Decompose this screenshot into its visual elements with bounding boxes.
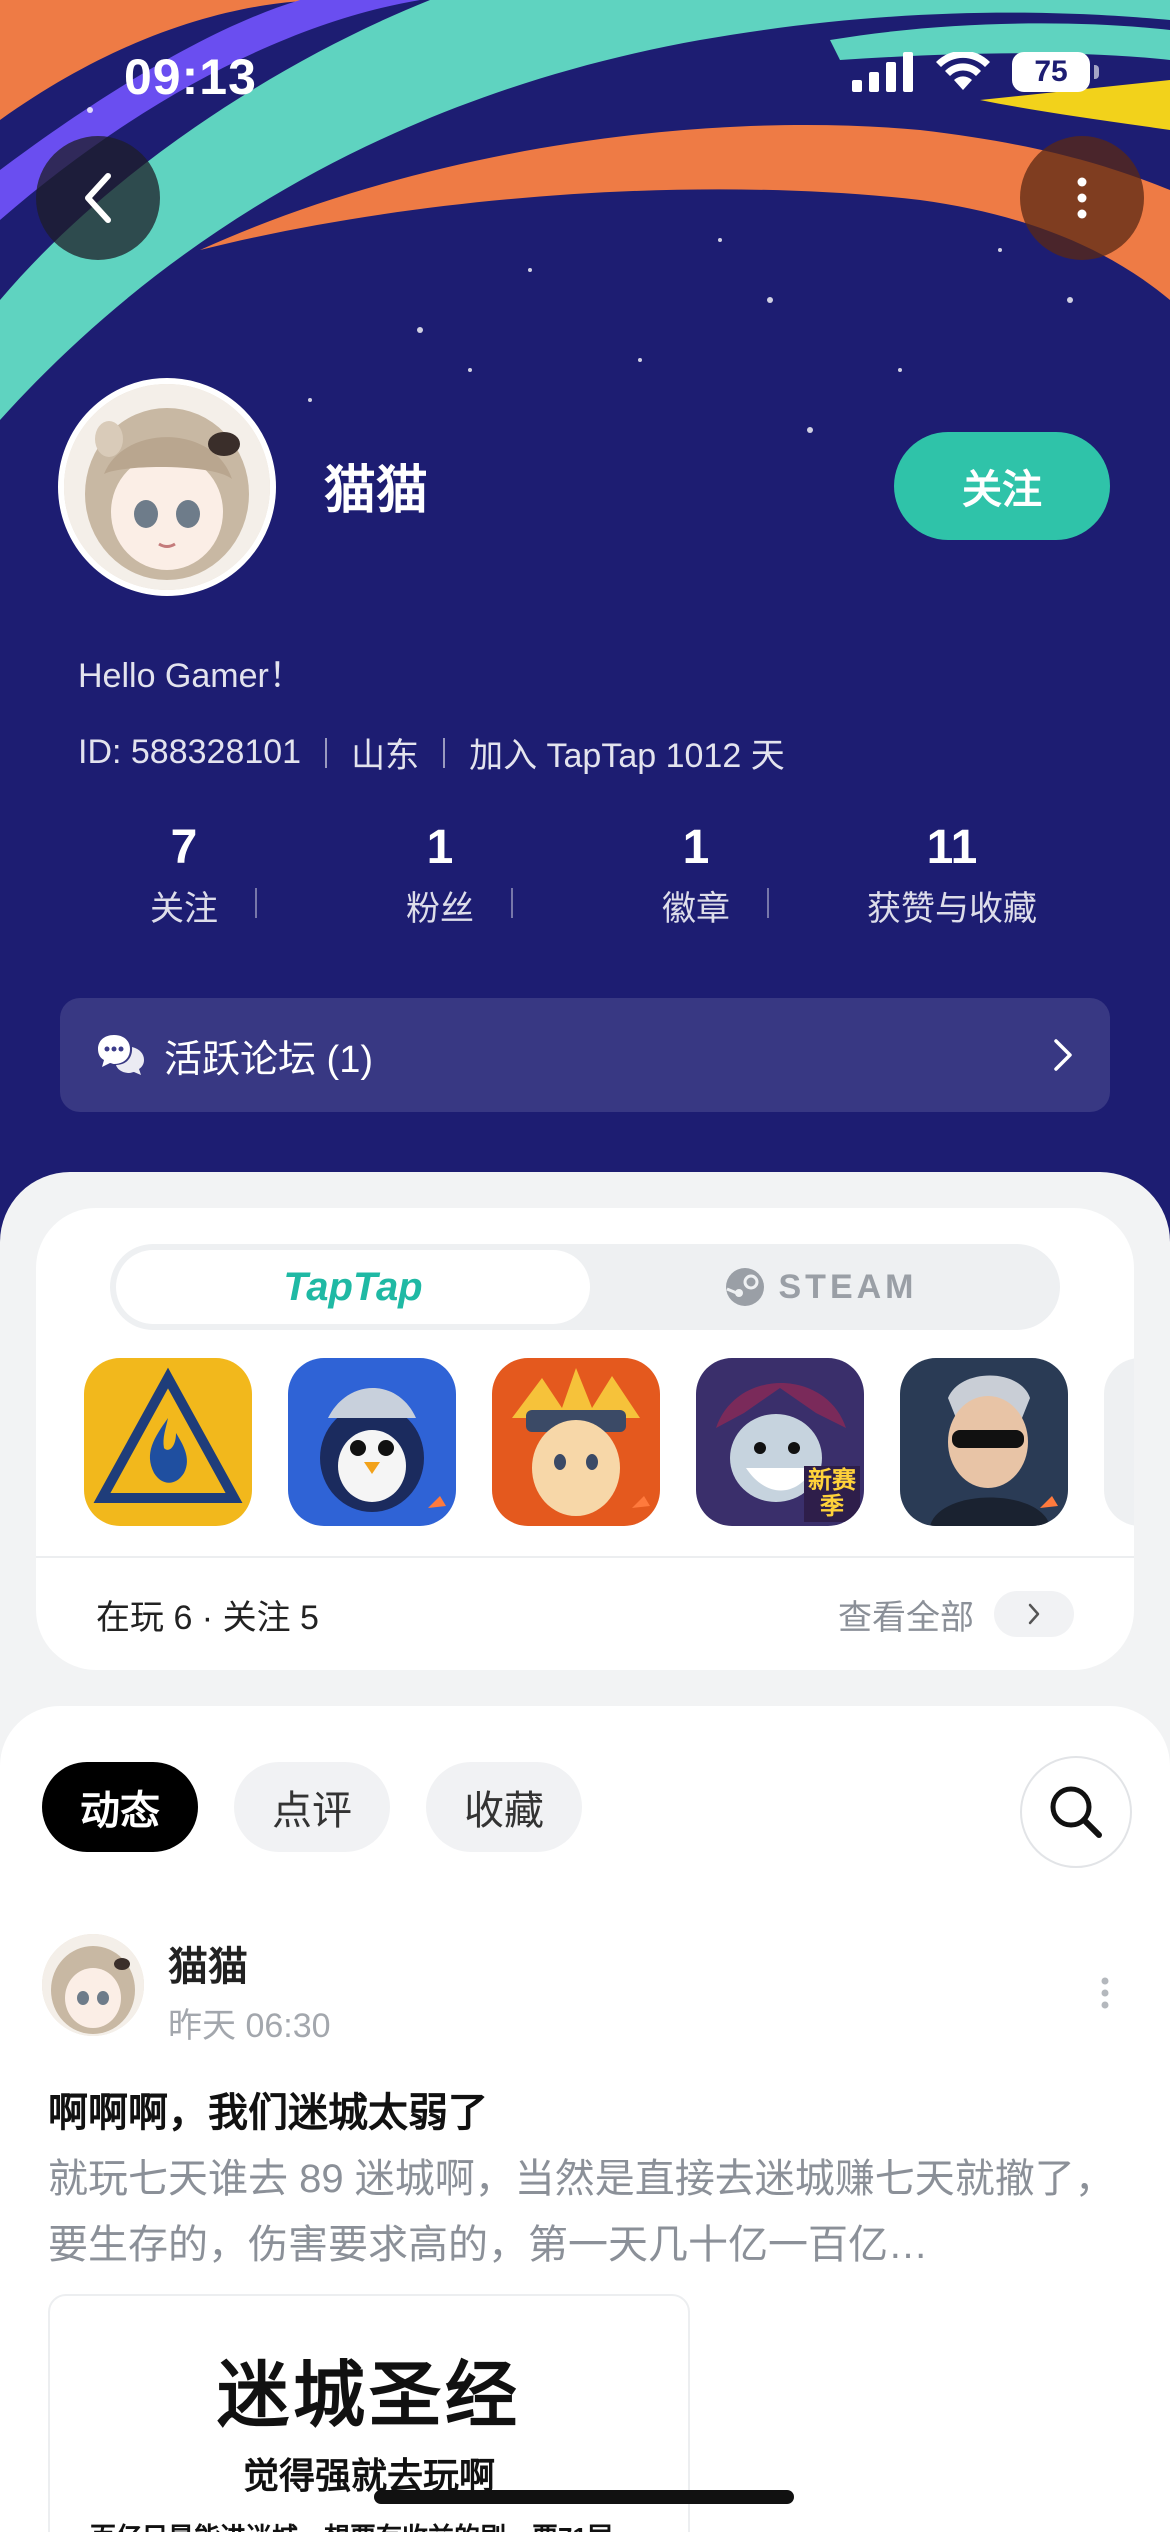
user-location: 山东 <box>351 737 420 775</box>
stat-likes[interactable]: 11 获赞与收藏 <box>824 820 1080 930</box>
stat-badges[interactable]: 1 徽章 <box>568 820 824 930</box>
stat-value: 7 <box>170 821 198 874</box>
stat-value: 1 <box>682 821 710 874</box>
profile-meta: ID: 588328101 山东 加入 TapTap 1012 天 <box>78 728 785 777</box>
feed-tabs: 动态 点评 收藏 <box>42 1762 582 1852</box>
stat-label: 关注 <box>150 890 218 928</box>
post-author[interactable]: 猫猫 <box>168 1934 248 1992</box>
post-title[interactable]: 啊啊啊，我们迷城太弱了 <box>48 2080 488 2138</box>
game-art <box>900 1358 1068 1526</box>
stat-divider <box>767 888 769 918</box>
chevron-left-icon <box>85 173 111 223</box>
profile-bio: Hello Gamer！ <box>78 657 303 695</box>
avatar-image <box>64 384 270 590</box>
signal-icon <box>852 52 913 92</box>
platform-toggle: TapTap STEAM <box>110 1244 1060 1330</box>
steam-logo-icon <box>725 1268 764 1306</box>
wifi-icon <box>936 52 990 90</box>
chevron-right-icon <box>1054 1039 1072 1071</box>
stat-value: 11 <box>926 821 978 874</box>
post-time: 昨天 06:30 <box>168 2007 331 2045</box>
game-art <box>84 1358 252 1526</box>
avatar-image <box>42 1934 144 2036</box>
game-art <box>492 1358 660 1526</box>
stat-label: 获赞与收藏 <box>867 890 1037 928</box>
tab-reviews[interactable]: 点评 <box>234 1762 390 1852</box>
game-art <box>288 1358 456 1526</box>
search-button[interactable] <box>1020 1756 1132 1868</box>
status-time: 09:13 <box>124 49 257 105</box>
stat-divider <box>255 888 257 918</box>
steam-label: STEAM <box>778 1267 918 1306</box>
stat-label: 徽章 <box>662 890 730 928</box>
view-all-link[interactable]: 查看全部 <box>838 1590 974 1639</box>
image-caption: 百亿只是能进迷城，想要有收益的刷，要71层 <box>50 2517 688 2532</box>
stat-divider <box>511 888 513 918</box>
meta-divider <box>443 737 446 768</box>
stat-followers[interactable]: 1 粉丝 <box>312 820 568 930</box>
meta-divider <box>325 737 328 768</box>
stat-following[interactable]: 7 关注 <box>56 820 312 930</box>
view-all-button[interactable] <box>994 1591 1074 1637</box>
chevron-right-icon <box>1028 1603 1040 1625</box>
games-footer: 在玩 6 · 关注 5 查看全部 <box>36 1556 1134 1670</box>
stat-label: 粉丝 <box>406 890 474 928</box>
profile-avatar[interactable] <box>58 378 276 596</box>
follow-button[interactable]: 关注 <box>894 432 1110 540</box>
forum-label: 活跃论坛 (1) <box>164 1038 374 1081</box>
home-indicator <box>374 2490 794 2504</box>
game-icon-row: 新赛季 <box>84 1358 1134 1526</box>
new-season-badge: 新赛季 <box>808 1467 856 1520</box>
post-body[interactable]: 就玩七天谁去 89 迷城啊，当然是直接去迷城赚七天就撤了，要生存的，伤害要求高的… <box>48 2146 1128 2278</box>
active-forum-bar[interactable]: 活跃论坛 (1) <box>60 998 1110 1112</box>
more-vertical-icon <box>1101 1977 1109 2009</box>
post-avatar[interactable] <box>42 1934 144 2036</box>
tab-taptap[interactable]: TapTap <box>116 1250 590 1324</box>
chat-bubble-icon <box>98 1035 144 1075</box>
games-summary: 在玩 6 · 关注 5 <box>96 1598 319 1637</box>
image-headline: 迷城圣经 <box>216 2356 521 2436</box>
status-icons: 75 <box>852 52 1099 92</box>
tab-favorites[interactable]: 收藏 <box>426 1762 582 1852</box>
user-id: ID: 588328101 <box>78 733 302 771</box>
search-icon <box>1050 1786 1102 1838</box>
game-icon-cartoon-hero[interactable]: 新赛季 <box>696 1358 864 1526</box>
tab-activity[interactable]: 动态 <box>42 1762 198 1852</box>
games-card: TapTap STEAM 新赛季 在玩 6 · 关注 5 查看全部 <box>36 1208 1134 1670</box>
game-icon-partial[interactable] <box>1104 1358 1134 1526</box>
more-vertical-icon <box>1077 177 1087 219</box>
game-icon-penguin-warrior[interactable] <box>288 1358 456 1526</box>
tab-steam[interactable]: STEAM <box>584 1250 1058 1324</box>
feed-section: 动态 点评 收藏 猫猫 昨天 06:30 啊啊啊，我们迷城太弱了 就玩七天谁去 … <box>0 1706 1170 2532</box>
game-icon-crossfire[interactable] <box>900 1358 1068 1526</box>
stat-value: 1 <box>426 821 454 874</box>
profile-header: 09:13 75 猫猫 关注 Hello Gamer！ ID: 58832810… <box>0 0 1170 1240</box>
back-button[interactable] <box>36 136 160 260</box>
more-button[interactable] <box>1020 136 1144 260</box>
battery-icon: 75 <box>1012 52 1099 92</box>
profile-stats: 7 关注 1 粉丝 1 徽章 11 获赞与收藏 <box>56 820 1080 930</box>
post-more-button[interactable] <box>1100 1976 1110 2015</box>
profile-name: 猫猫 <box>324 462 429 520</box>
game-icon-naruto[interactable] <box>492 1358 660 1526</box>
user-joined: 加入 TapTap 1012 天 <box>469 737 785 775</box>
game-icon-blue-flame[interactable] <box>84 1358 252 1526</box>
status-bar: 09:13 75 <box>0 0 1170 150</box>
